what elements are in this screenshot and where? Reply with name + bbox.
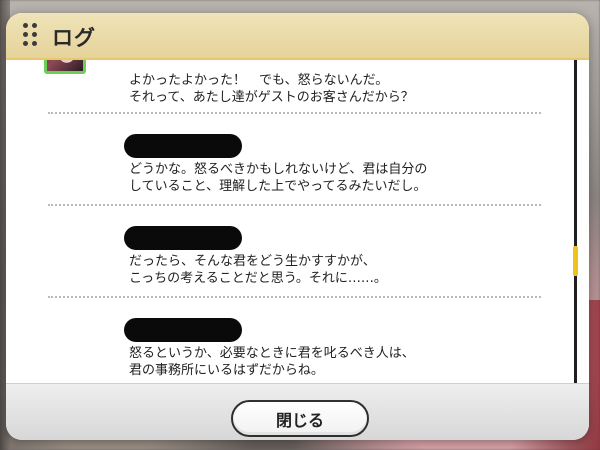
log-text: よかったよかった！ でも、怒らないんだ。 それって、あたし達がゲストのお客さんだ… [129,73,414,105]
log-entry: よかったよかった！ でも、怒らないんだ。 それって、あたし達がゲストのお客さんだ… [16,60,579,114]
redacted-name [124,134,242,158]
log-scroll-thumb[interactable] [573,246,578,276]
redacted-name [124,318,242,342]
log-scroll-area[interactable]: よかったよかった！ でも、怒らないんだ。 それって、あたし達がゲストのお客さんだ… [16,60,579,384]
log-text: どうかな。怒るべきかもしれないけど、君は自分の していること、理解した上でやって… [129,162,428,194]
log-entries: よかったよかった！ でも、怒らないんだ。 それって、あたし達がゲストのお客さんだ… [16,60,579,384]
log-dialog: ログ よかったよかった！ でも、怒らないんだ。 それって、あたし達がゲストのお客… [6,13,589,440]
grip-dots-icon[interactable] [23,23,37,47]
log-entry: どうかな。怒るべきかもしれないけど、君は自分の していること、理解した上でやって… [16,114,579,206]
dialog-title: ログ [52,26,96,50]
log-scrollbar[interactable] [573,60,578,384]
dialog-header: ログ [6,13,589,60]
dialog-footer: 閉じる [6,383,589,440]
log-text: 怒るというか、必要なときに君を叱るべき人は、 君の事務所にいるはずだからね。 [129,346,415,378]
log-entry: だったら、そんな君をどう生かすすかが、 こっちの考えることだと思う。それに……。 [16,206,579,298]
redacted-name [124,226,242,250]
close-button[interactable]: 閉じる [231,400,369,437]
character-avatar [44,60,86,74]
log-text: だったら、そんな君をどう生かすすかが、 こっちの考えることだと思う。それに……。 [129,254,387,286]
log-entry: 怒るというか、必要なときに君を叱るべき人は、 君の事務所にいるはずだからね。 [16,298,579,384]
